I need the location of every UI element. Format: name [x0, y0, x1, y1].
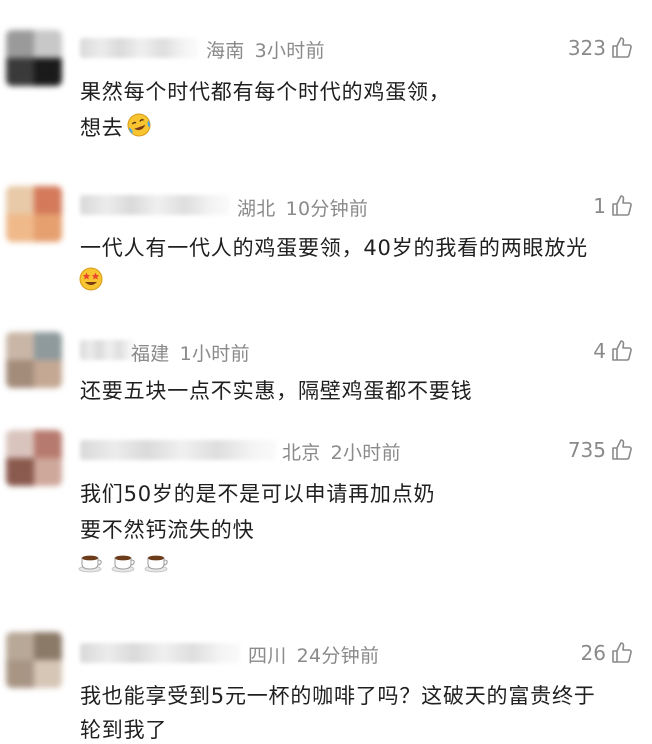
- like-button[interactable]: 4: [593, 339, 634, 363]
- like-count: 1: [593, 194, 606, 218]
- comment-meta: 四川 24分钟前: [248, 641, 379, 668]
- like-button[interactable]: 26: [581, 641, 634, 665]
- comment-time: 10分钟前: [285, 198, 369, 220]
- comment-time: 1小时前: [179, 343, 250, 365]
- comment-location: 北京: [282, 442, 321, 464]
- crying-laughing-emoji-icon: [127, 113, 151, 137]
- comment-meta: 福建 1小时前: [131, 339, 250, 366]
- coffee-cup-icon: [111, 555, 135, 573]
- comment-text-line: 轮到我了: [80, 718, 168, 742]
- comment-location: 福建: [131, 343, 170, 365]
- username-blurred[interactable]: [80, 440, 276, 460]
- username-blurred[interactable]: [80, 340, 136, 360]
- comment-location: 湖北: [237, 198, 276, 220]
- username-blurred[interactable]: [80, 38, 198, 58]
- comment-text-line: 还要五块一点不实惠，隔壁鸡蛋都不要钱: [80, 379, 473, 403]
- comment-text-line: 要不然钙流失的快: [80, 518, 255, 542]
- user-avatar[interactable]: [6, 632, 62, 688]
- comment-text-line: 我也能享受到5元一杯的咖啡了吗？这破天的富贵终于: [80, 684, 596, 708]
- comment-time: 3小时前: [254, 40, 325, 62]
- thumbs-up-icon: [612, 340, 632, 361]
- user-avatar[interactable]: [6, 430, 62, 486]
- comment-text-line: 果然每个时代都有每个时代的鸡蛋领，: [80, 80, 451, 104]
- thumbs-up-icon: [612, 439, 632, 460]
- comment-meta: 湖北 10分钟前: [237, 194, 368, 221]
- comment-meta: 北京 2小时前: [282, 438, 401, 465]
- comment-time: 24分钟前: [296, 645, 380, 667]
- thumbs-up-icon: [612, 37, 632, 58]
- coffee-cup-icon: [144, 555, 168, 573]
- username-blurred[interactable]: [80, 195, 230, 215]
- username-blurred[interactable]: [80, 643, 240, 663]
- comment-text-line: 一代人有一代人的鸡蛋要领，40岁的我看的两眼放光: [80, 236, 588, 260]
- comment-meta: 海南 3小时前: [206, 36, 325, 63]
- comment-time: 2小时前: [330, 442, 401, 464]
- user-avatar[interactable]: [6, 30, 62, 86]
- comment-text-line: 想去: [80, 116, 124, 140]
- like-button[interactable]: 1: [593, 194, 634, 218]
- user-avatar[interactable]: [6, 332, 62, 388]
- user-avatar[interactable]: [6, 186, 62, 242]
- coffee-cup-icon: [78, 555, 102, 573]
- like-count: 735: [567, 438, 606, 462]
- thumbs-up-icon: [612, 195, 632, 216]
- star-struck-emoji-icon: [79, 267, 103, 291]
- like-count: 26: [580, 641, 606, 665]
- like-button[interactable]: 323: [568, 36, 634, 60]
- comment-location: 四川: [248, 645, 287, 667]
- like-button[interactable]: 735: [568, 438, 634, 462]
- thumbs-up-icon: [612, 642, 632, 663]
- comment-location: 海南: [206, 40, 245, 62]
- like-count: 323: [567, 36, 606, 60]
- like-count: 4: [593, 339, 606, 363]
- comment-text-line: 我们50岁的是不是可以申请再加点奶: [80, 482, 436, 506]
- coffee-cup-emoji-row: [78, 550, 172, 578]
